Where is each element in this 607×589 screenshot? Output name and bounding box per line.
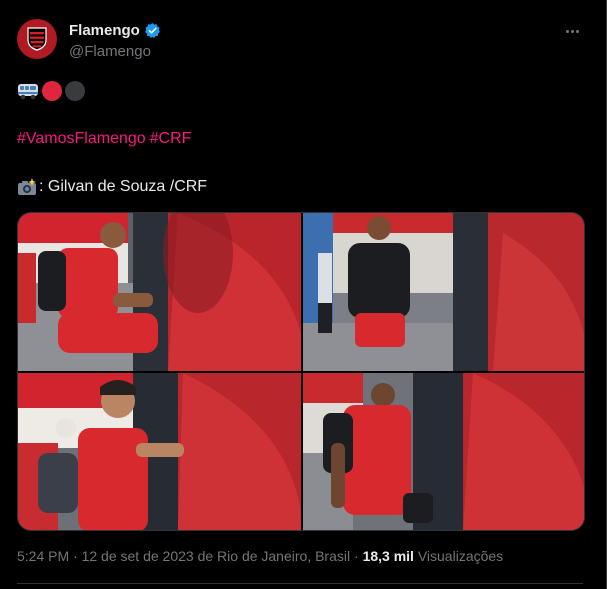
tweet-header: Flamengo @Flamengo <box>17 19 587 63</box>
avatar[interactable] <box>17 19 57 59</box>
photo-1-illustration <box>18 213 301 371</box>
hashtag-link[interactable]: #CRF <box>150 130 192 147</box>
tweet-date-location[interactable]: 12 de set de 2023 de Rio de Janeiro, Bra… <box>82 548 351 564</box>
author-name[interactable]: Flamengo <box>69 22 161 39</box>
hashtag-link[interactable]: #VamosFlamengo <box>17 130 146 147</box>
emoji-line <box>17 81 85 101</box>
views-label: Visualizações <box>413 548 504 564</box>
meta-separator: · <box>350 548 363 564</box>
photo-2-illustration <box>303 213 584 371</box>
black-circle-icon <box>65 81 85 101</box>
photo-4-illustration <box>303 373 584 530</box>
photo-player-smiling-boarding[interactable] <box>18 373 301 530</box>
photo-credit: : Gilvan de Souza /CRF <box>17 178 207 196</box>
tweet-time[interactable]: 5:24 PM <box>17 548 69 564</box>
photo-player-backpack-entering-bus[interactable] <box>303 373 584 530</box>
photo-3-illustration <box>18 373 301 530</box>
meta-separator: · <box>69 548 82 564</box>
verified-badge-icon <box>144 23 160 38</box>
credit-text: : Gilvan de Souza /CRF <box>39 178 208 195</box>
bus-icon <box>18 84 38 100</box>
photo-player-sitting-by-bus[interactable] <box>18 213 301 371</box>
divider <box>17 583 583 584</box>
author-handle[interactable]: @Flamengo <box>69 43 161 60</box>
author-display-name[interactable]: Flamengo <box>69 22 140 39</box>
more-options-icon[interactable] <box>561 21 583 41</box>
photo-player-black-jacket-walking[interactable] <box>303 213 584 371</box>
camera-flash-icon <box>18 178 36 195</box>
red-circle-icon <box>42 81 62 101</box>
tweet-metadata: 5:24 PM · 12 de set de 2023 de Rio de Ja… <box>17 548 503 564</box>
views-count: 18,3 mil <box>362 548 414 564</box>
media-grid <box>17 212 585 531</box>
hashtags: #VamosFlamengo #CRF <box>17 130 195 148</box>
flamengo-crest-icon <box>27 27 47 51</box>
